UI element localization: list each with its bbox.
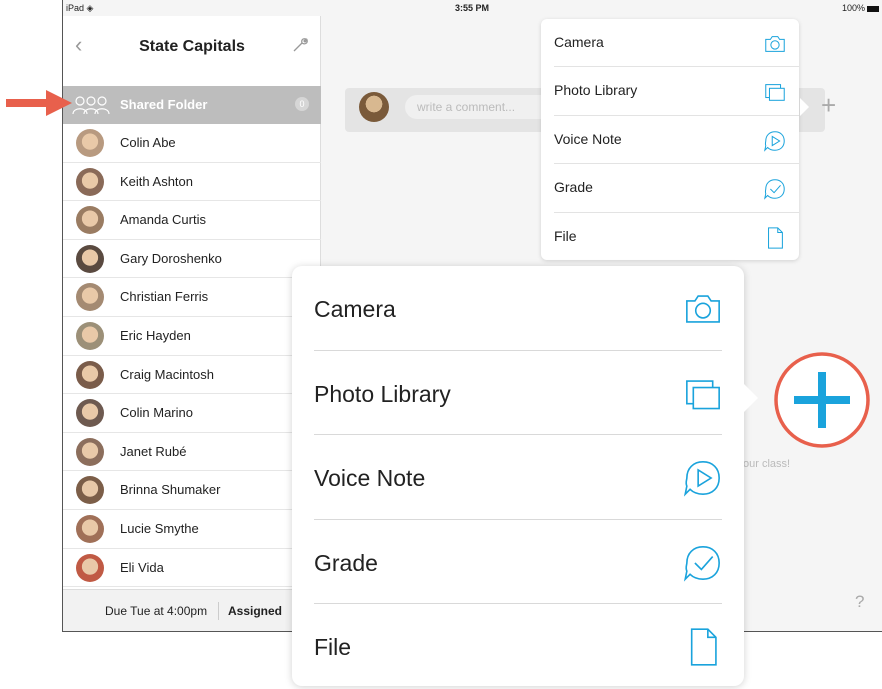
menu-item-grade[interactable]: Grade: [292, 520, 744, 605]
popover-arrow: [744, 384, 758, 412]
menu-item-voice-note[interactable]: Voice Note: [541, 116, 799, 165]
attachment-menu-zoomed: Camera Photo Library Voice Note Grade File: [292, 266, 744, 686]
photo-library-icon: [686, 379, 720, 409]
help-icon[interactable]: ?: [855, 592, 864, 612]
menu-item-label: Voice Note: [554, 130, 622, 147]
shared-folder-label: Shared Folder: [120, 97, 208, 112]
add-button-highlight: [774, 352, 870, 448]
student-name: Amanda Curtis: [120, 212, 206, 228]
sidebar: ‹ State Capitals Shared Folder 0 Colin A…: [63, 16, 321, 631]
menu-item-camera[interactable]: Camera: [541, 19, 799, 68]
avatar: [76, 476, 104, 505]
student-name: Colin Marino: [120, 405, 193, 421]
status-bar: iPad ◈ 3:55 PM 100%: [63, 0, 882, 16]
avatar: [76, 553, 104, 582]
camera-icon: [686, 295, 720, 323]
avatar: [76, 321, 104, 350]
comment-input[interactable]: write a comment...: [405, 95, 555, 119]
student-name: Colin Abe: [120, 135, 176, 150]
avatar: [359, 92, 389, 122]
popover-arrow: [800, 98, 809, 116]
avatar: [76, 514, 104, 543]
student-row[interactable]: Brinna Shumaker: [63, 471, 321, 510]
photo-library-icon: [765, 84, 785, 102]
menu-item-photo-library[interactable]: Photo Library: [292, 351, 744, 436]
avatar: [76, 437, 104, 466]
student-row[interactable]: Amanda Curtis: [63, 201, 321, 240]
status-time: 3:55 PM: [455, 3, 490, 13]
student-name: Christian Ferris: [120, 289, 209, 305]
student-row[interactable]: Gary Doroshenko: [63, 240, 321, 279]
student-row[interactable]: Eli Vida: [63, 549, 321, 588]
menu-item-label: Voice Note: [314, 465, 426, 492]
student-row[interactable]: Christian Ferris: [63, 278, 321, 317]
menu-item-label: Camera: [314, 296, 396, 322]
avatar: [76, 399, 104, 428]
student-row[interactable]: Colin Abe: [63, 124, 321, 163]
plus-icon[interactable]: +: [821, 90, 836, 121]
divider: [218, 602, 219, 620]
shared-folder-count: 0: [295, 97, 309, 111]
student-row[interactable]: Keith Ashton: [63, 163, 321, 202]
menu-item-label: Grade: [554, 179, 593, 196]
student-row[interactable]: Colin Marino: [63, 394, 321, 433]
menu-item-label: File: [554, 227, 577, 244]
student-list: Colin Abe Keith Ashton Amanda Curtis Gary D…: [63, 124, 321, 588]
sidebar-header: ‹ State Capitals: [63, 16, 321, 86]
camera-icon: [765, 36, 785, 52]
student-row[interactable]: Lucie Smythe: [63, 510, 321, 549]
student-name: Eli Vida: [120, 559, 164, 575]
avatar: [76, 360, 104, 389]
attachment-menu-small: Camera Photo Library Voice Note Grade File: [541, 19, 799, 260]
voice-note-icon: [764, 131, 785, 152]
menu-item-file[interactable]: File: [541, 213, 799, 261]
menu-item-voice-note[interactable]: Voice Note: [292, 435, 744, 520]
menu-item-photo-library[interactable]: Photo Library: [541, 67, 799, 116]
file-icon: [768, 226, 783, 249]
avatar: [76, 283, 104, 312]
student-name: Keith Ashton: [120, 173, 193, 189]
sidebar-footer: Due Tue at 4:00pm Assigned: [63, 589, 321, 631]
menu-item-label: Photo Library: [314, 380, 451, 407]
avatar: [76, 206, 104, 235]
battery-indicator: 100%: [842, 3, 879, 13]
grade-icon: [683, 545, 720, 582]
student-name: Craig Macintosh: [120, 366, 214, 382]
device-label: iPad ◈: [66, 3, 94, 13]
student-row[interactable]: Craig Macintosh: [63, 356, 321, 395]
empty-state-text: our class!: [743, 458, 791, 470]
shared-folder-row[interactable]: Shared Folder 0: [63, 86, 321, 124]
student-name: Lucie Smythe: [120, 520, 199, 536]
menu-item-label: File: [314, 634, 352, 661]
student-name: Gary Doroshenko: [120, 250, 222, 266]
menu-item-label: Photo Library: [554, 82, 638, 99]
wifi-icon: ◈: [86, 3, 94, 13]
sidebar-title: State Capitals: [139, 38, 245, 55]
group-icon: [72, 96, 110, 115]
avatar: [76, 167, 104, 196]
due-date: Due Tue at 4:00pm: [105, 604, 208, 618]
avatar: [76, 129, 104, 157]
menu-item-label: Camera: [554, 34, 604, 50]
menu-item-file[interactable]: File: [292, 604, 744, 689]
student-row[interactable]: Eric Hayden: [63, 317, 321, 356]
grade-icon: [764, 179, 785, 200]
student-name: Brinna Shumaker: [120, 482, 221, 498]
voice-note-icon: [683, 461, 720, 497]
annotation-arrow-icon: [6, 90, 72, 116]
wrench-icon[interactable]: [291, 36, 309, 54]
battery-icon: [867, 5, 879, 12]
assignment-status[interactable]: Assigned: [228, 604, 282, 618]
menu-item-label: Grade: [314, 549, 378, 576]
avatar: [76, 244, 104, 273]
student-row[interactable]: Janet Rubé: [63, 433, 321, 472]
student-name: Janet Rubé: [120, 443, 187, 459]
menu-item-grade[interactable]: Grade: [541, 164, 799, 213]
student-name: Eric Hayden: [120, 327, 191, 343]
file-icon: [690, 628, 717, 666]
menu-item-camera[interactable]: Camera: [292, 266, 744, 351]
